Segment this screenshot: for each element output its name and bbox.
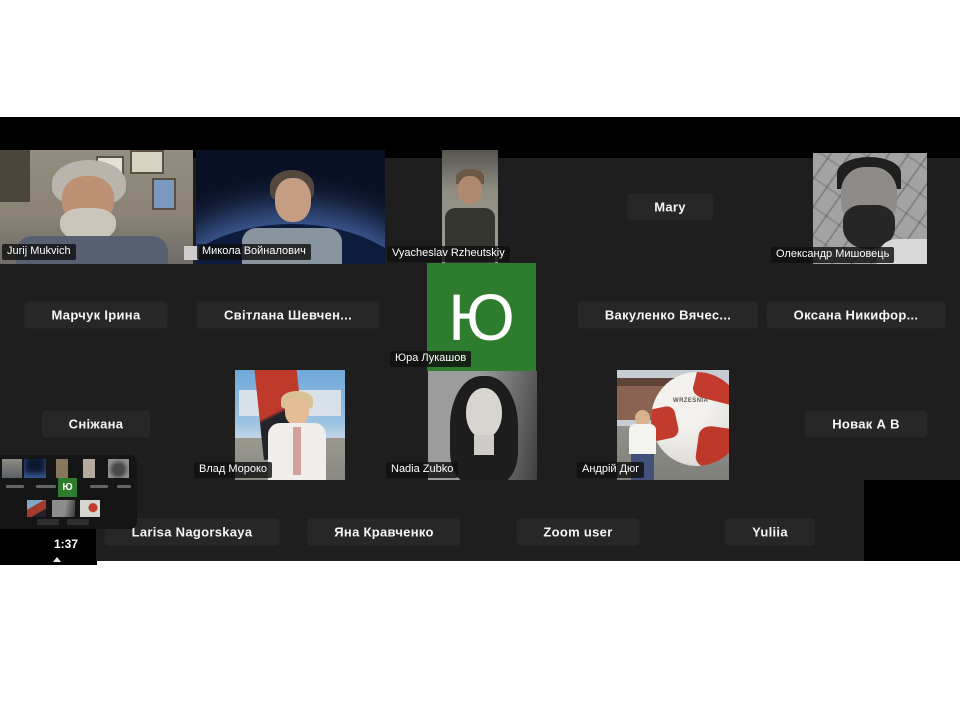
mini-video-thumb bbox=[80, 500, 100, 517]
person-body bbox=[629, 424, 656, 454]
participant-name-label: Юра Лукашов bbox=[390, 351, 472, 367]
participant-tile-yana[interactable]: Яна Кравченко bbox=[307, 518, 461, 546]
participant-name-label: Микола Войналович bbox=[197, 244, 311, 260]
bottom-left-black-block bbox=[0, 561, 97, 565]
picture-frame bbox=[130, 150, 164, 174]
participant-tile-marchuk[interactable]: Марчук Ірина bbox=[24, 301, 168, 329]
mini-video-thumb bbox=[27, 500, 46, 517]
participant-name-label: Nadia Zubko bbox=[386, 462, 459, 478]
participant-tile-snizhana[interactable]: Сніжана bbox=[41, 410, 151, 438]
shelf-shadow bbox=[0, 150, 30, 202]
video-timestamp: 1:37 bbox=[53, 537, 79, 551]
picture-frame bbox=[152, 178, 176, 210]
shirt-embroidery bbox=[293, 427, 301, 475]
meeting-window: Ю WRZEŚNIA Jurij Mukvich Микола Войналов… bbox=[0, 0, 960, 720]
person-face bbox=[285, 398, 309, 425]
participant-tile-svitlana[interactable]: Світлана Шевчен... bbox=[196, 301, 380, 329]
video-call-stage: Ю WRZEŚNIA Jurij Mukvich Микола Войналов… bbox=[0, 117, 960, 565]
participant-name-label: Vyacheslav Rzheutskiy bbox=[387, 246, 510, 262]
mini-avatar-initial: Ю bbox=[62, 482, 73, 493]
mini-video-thumb bbox=[2, 459, 22, 478]
mini-video-thumb bbox=[56, 459, 68, 478]
participant-tile-vakulenko[interactable]: Вакуленко Вячес... bbox=[577, 301, 759, 329]
mini-video-thumb bbox=[83, 459, 95, 478]
person-neck bbox=[474, 435, 494, 455]
participant-tile-oksana[interactable]: Оксана Никифор... bbox=[766, 301, 946, 329]
avatar-initial: Ю bbox=[448, 280, 515, 354]
mini-video-thumb bbox=[108, 459, 129, 478]
mini-avatar-tile: Ю bbox=[58, 478, 77, 497]
ball-text: WRZEŚNIA bbox=[673, 398, 709, 404]
participant-name-label: Андрій Дюг bbox=[577, 462, 645, 478]
person-face bbox=[466, 388, 502, 438]
mini-name-bar bbox=[117, 485, 131, 488]
mini-name-chip bbox=[67, 519, 89, 525]
mini-name-bar bbox=[6, 485, 24, 488]
mini-name-bar bbox=[90, 485, 108, 488]
participant-tile-yuliia[interactable]: Yuliia bbox=[725, 518, 815, 546]
ball-red-panel bbox=[694, 424, 729, 466]
mini-video-thumb bbox=[52, 500, 75, 517]
cursor-caret-icon bbox=[53, 557, 61, 562]
mini-video-thumb bbox=[24, 459, 46, 478]
participant-name-label: Влад Мороко bbox=[194, 462, 273, 478]
participant-name-label: Олександр Мишовець bbox=[771, 247, 895, 263]
person-face bbox=[275, 178, 311, 222]
self-view-thumbnail[interactable]: Ю bbox=[0, 455, 137, 529]
mini-name-bar bbox=[36, 485, 56, 488]
participant-tile-zoomuser[interactable]: Zoom user bbox=[516, 518, 640, 546]
participant-tile-mary[interactable]: Mary bbox=[627, 193, 713, 221]
person-face bbox=[458, 176, 482, 204]
participant-tile-novak[interactable]: Новак А В bbox=[805, 410, 927, 438]
participant-name-label: Jurij Mukvich bbox=[2, 244, 76, 260]
mini-name-chip bbox=[37, 519, 59, 525]
